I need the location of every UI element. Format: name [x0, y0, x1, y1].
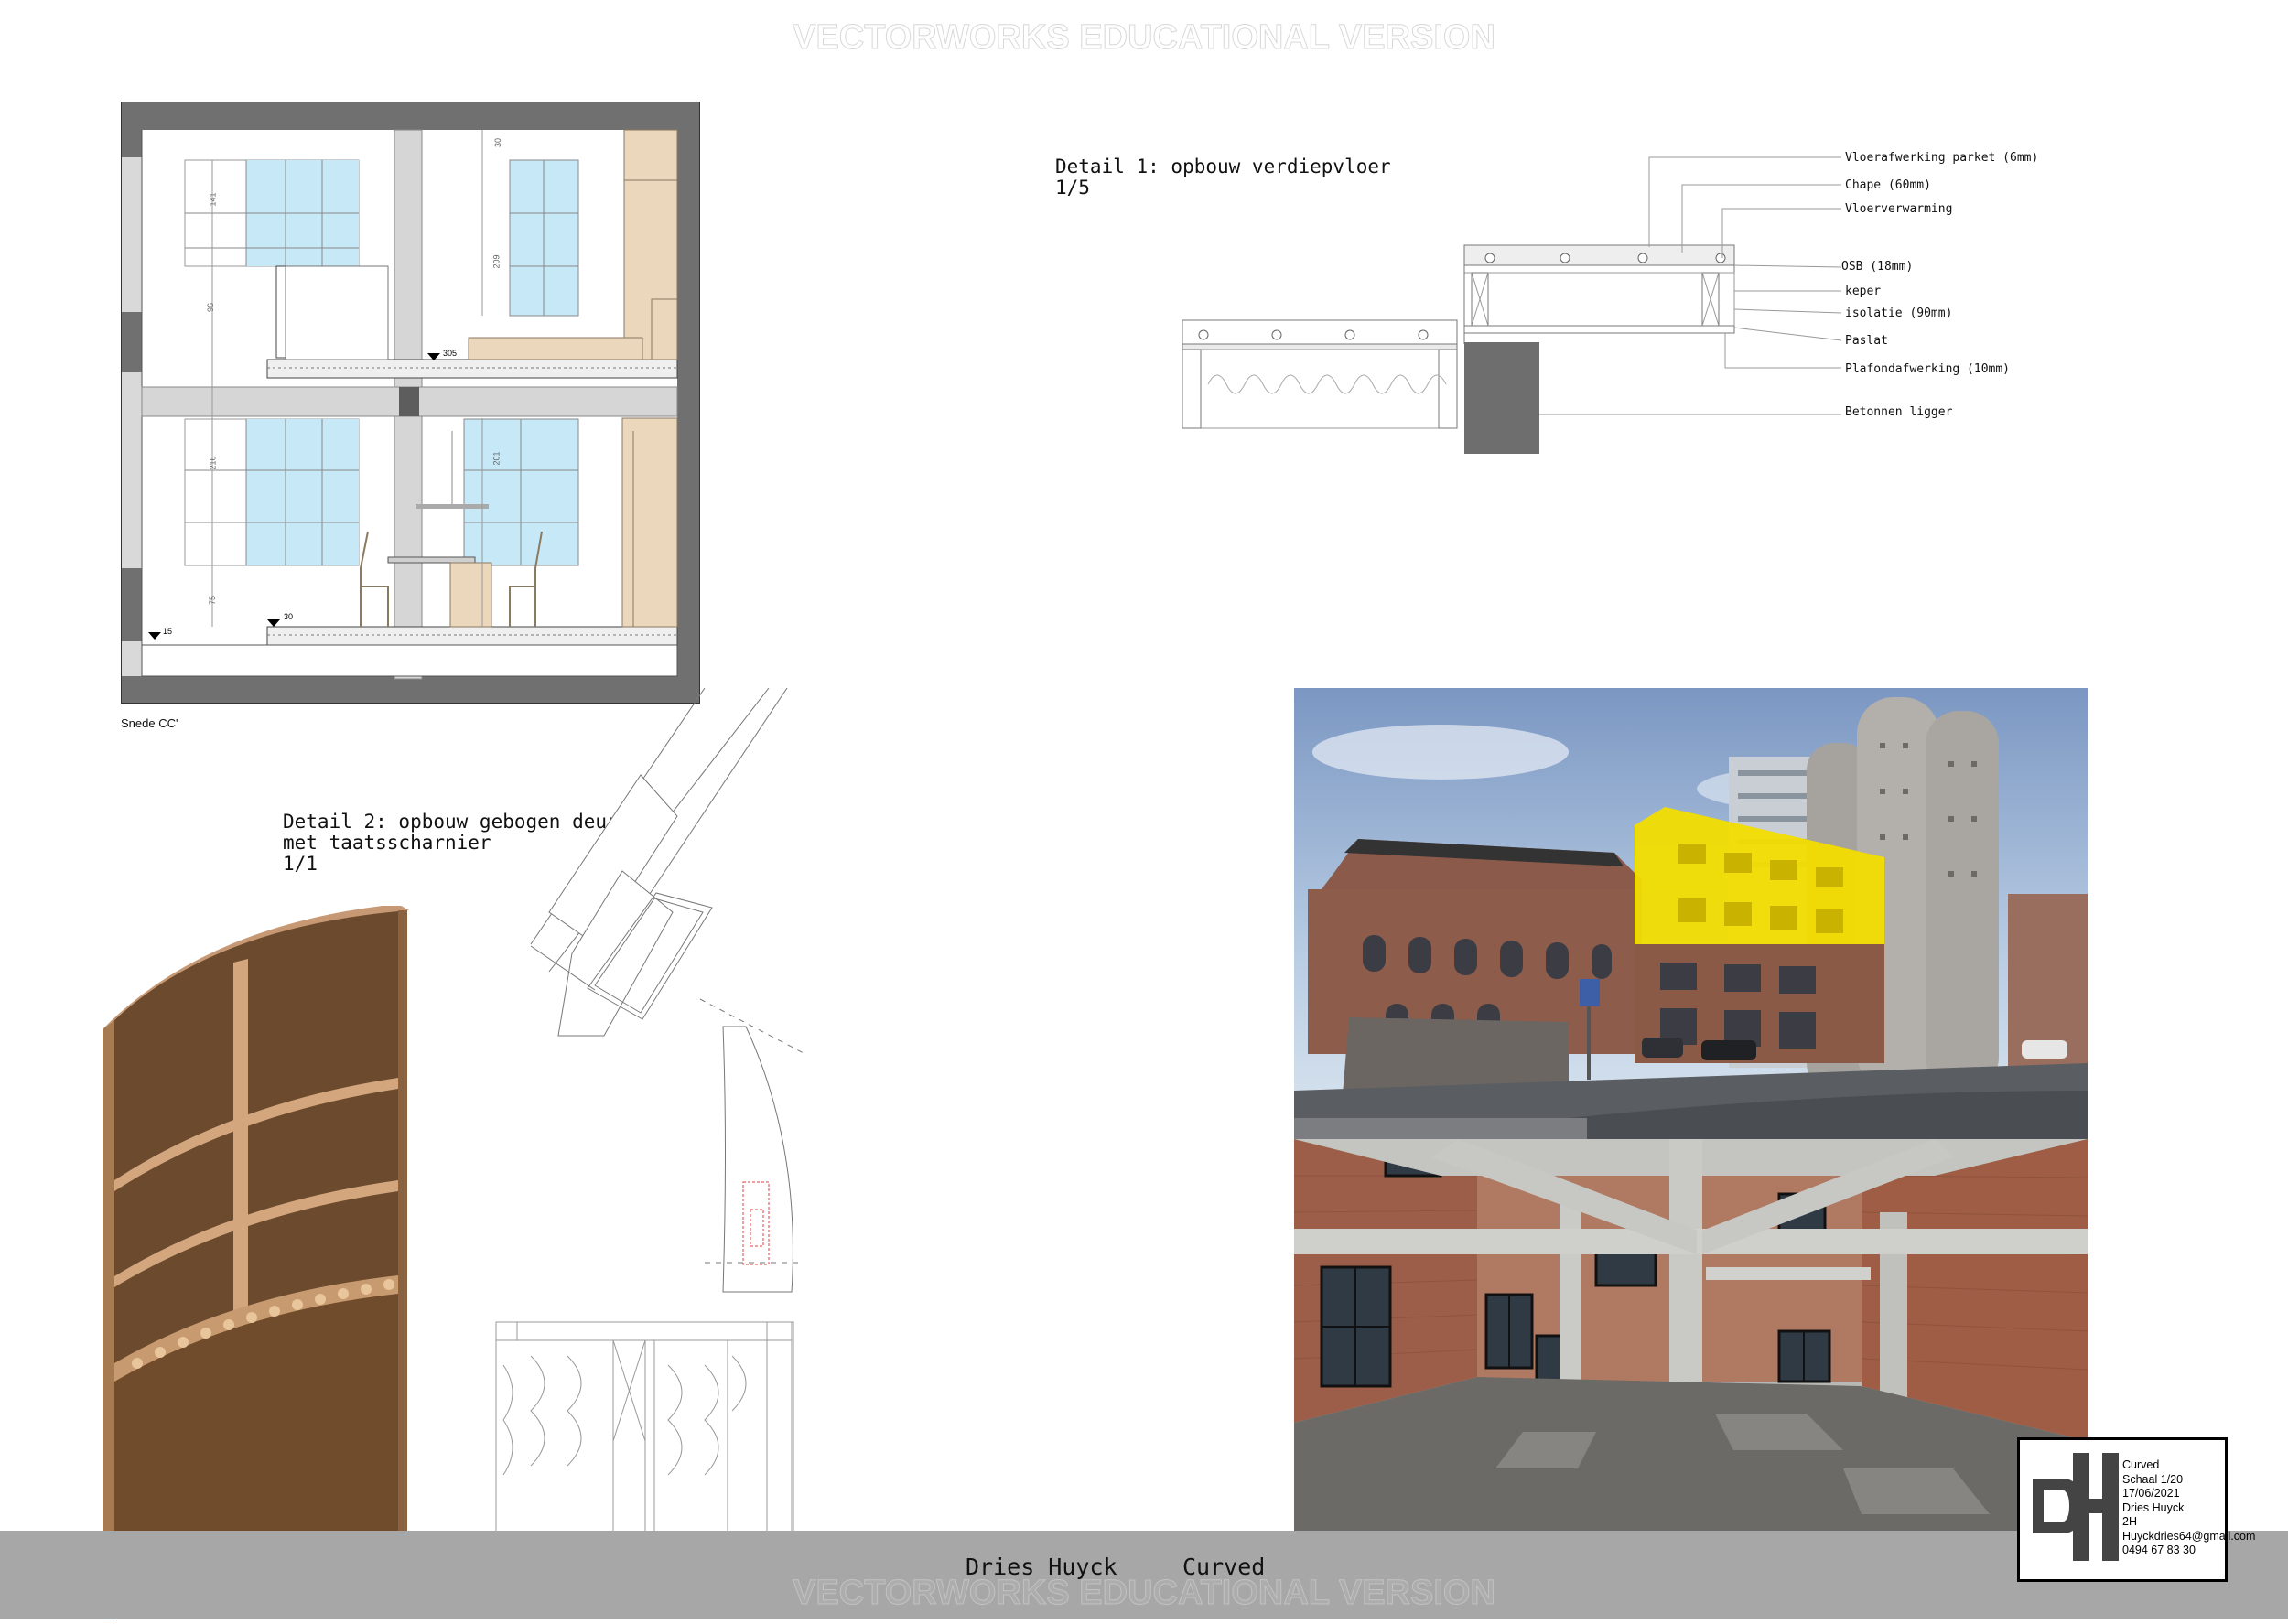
door-section-drawing	[494, 687, 1080, 1534]
title-block-email: Huyckdries64@gmail.com	[2122, 1529, 2256, 1543]
title-block-phone: 0494 67 83 30	[2122, 1543, 2196, 1556]
dim-label: 209	[491, 254, 502, 269]
interior-render	[1294, 1139, 2088, 1531]
dim-label: 96	[206, 302, 216, 313]
dh-logo	[2027, 1453, 2119, 1561]
detail1-label: isolatie (90mm)	[1845, 307, 1953, 320]
level-label: 305	[443, 349, 458, 358]
title-block-date: 17/06/2021	[2122, 1487, 2180, 1500]
title-block-project: Curved	[2122, 1458, 2160, 1471]
detail1-label: Chape (60mm)	[1845, 178, 1931, 192]
door-section-svg	[495, 687, 806, 1533]
title-block-author: Dries Huyck	[2122, 1500, 2185, 1514]
interior-render-svg	[1294, 1139, 2088, 1531]
level-label: 30	[284, 612, 294, 621]
detail1-label: OSB (18mm)	[1841, 260, 1914, 274]
detail1-scale: 1/5	[1055, 177, 1090, 199]
dh-logo-svg	[2033, 1453, 2119, 1561]
window-lower-left	[184, 418, 360, 566]
level-label: 15	[163, 627, 173, 636]
dim-label: 216	[208, 456, 218, 470]
footer-project: Curved	[1182, 1554, 1266, 1580]
title-block-class: 2H	[2122, 1515, 2137, 1528]
detail1-label: Paslat	[1845, 334, 1888, 348]
footer-author: Dries Huyck	[966, 1554, 1117, 1580]
detail1-svg	[1182, 156, 1842, 454]
curved-door-svg	[103, 904, 409, 1619]
detail1-label: Plafondafwerking (10mm)	[1845, 362, 2011, 376]
dim-label: 30	[493, 137, 503, 148]
detail2-scale: 1/1	[283, 853, 318, 875]
section-drawing: 141 96 30 209 305 216 201 75 15 30	[121, 102, 700, 704]
watermark-bottom: VECTORWORKS EDUCATIONAL VERSION	[793, 1574, 1496, 1613]
window-upper-left	[184, 159, 360, 267]
detail1-label: Betonnen ligger	[1845, 405, 1953, 419]
title-block: Curved Schaal 1/20 17/06/2021 Dries Huyc…	[2017, 1437, 2255, 1582]
window-lower-right	[463, 418, 579, 566]
section-caption: Snede CC'	[121, 716, 178, 730]
dim-label: 201	[491, 451, 502, 466]
dim-label: 141	[208, 192, 218, 207]
detail1-label: keper	[1845, 285, 1882, 298]
title-block-scale: Schaal 1/20	[2122, 1472, 2184, 1486]
detail1-drawing	[1181, 146, 1876, 457]
title-block-text: Curved Schaal 1/20 17/06/2021 Dries Huyc…	[2122, 1458, 2255, 1558]
exterior-photo-svg	[1294, 688, 2088, 1139]
watermark-top: VECTORWORKS EDUCATIONAL VERSION	[793, 18, 1496, 58]
dim-label: 75	[208, 595, 218, 606]
exterior-photo	[1294, 688, 2088, 1139]
window-upper-right	[509, 159, 579, 317]
curved-door-render	[96, 904, 412, 1619]
detail2-subtitle: met taatsscharnier	[283, 832, 491, 854]
detail1-label: Vloerverwarming	[1845, 202, 1953, 216]
detail1-label: Vloerafwerking parket (6mm)	[1845, 151, 2039, 165]
